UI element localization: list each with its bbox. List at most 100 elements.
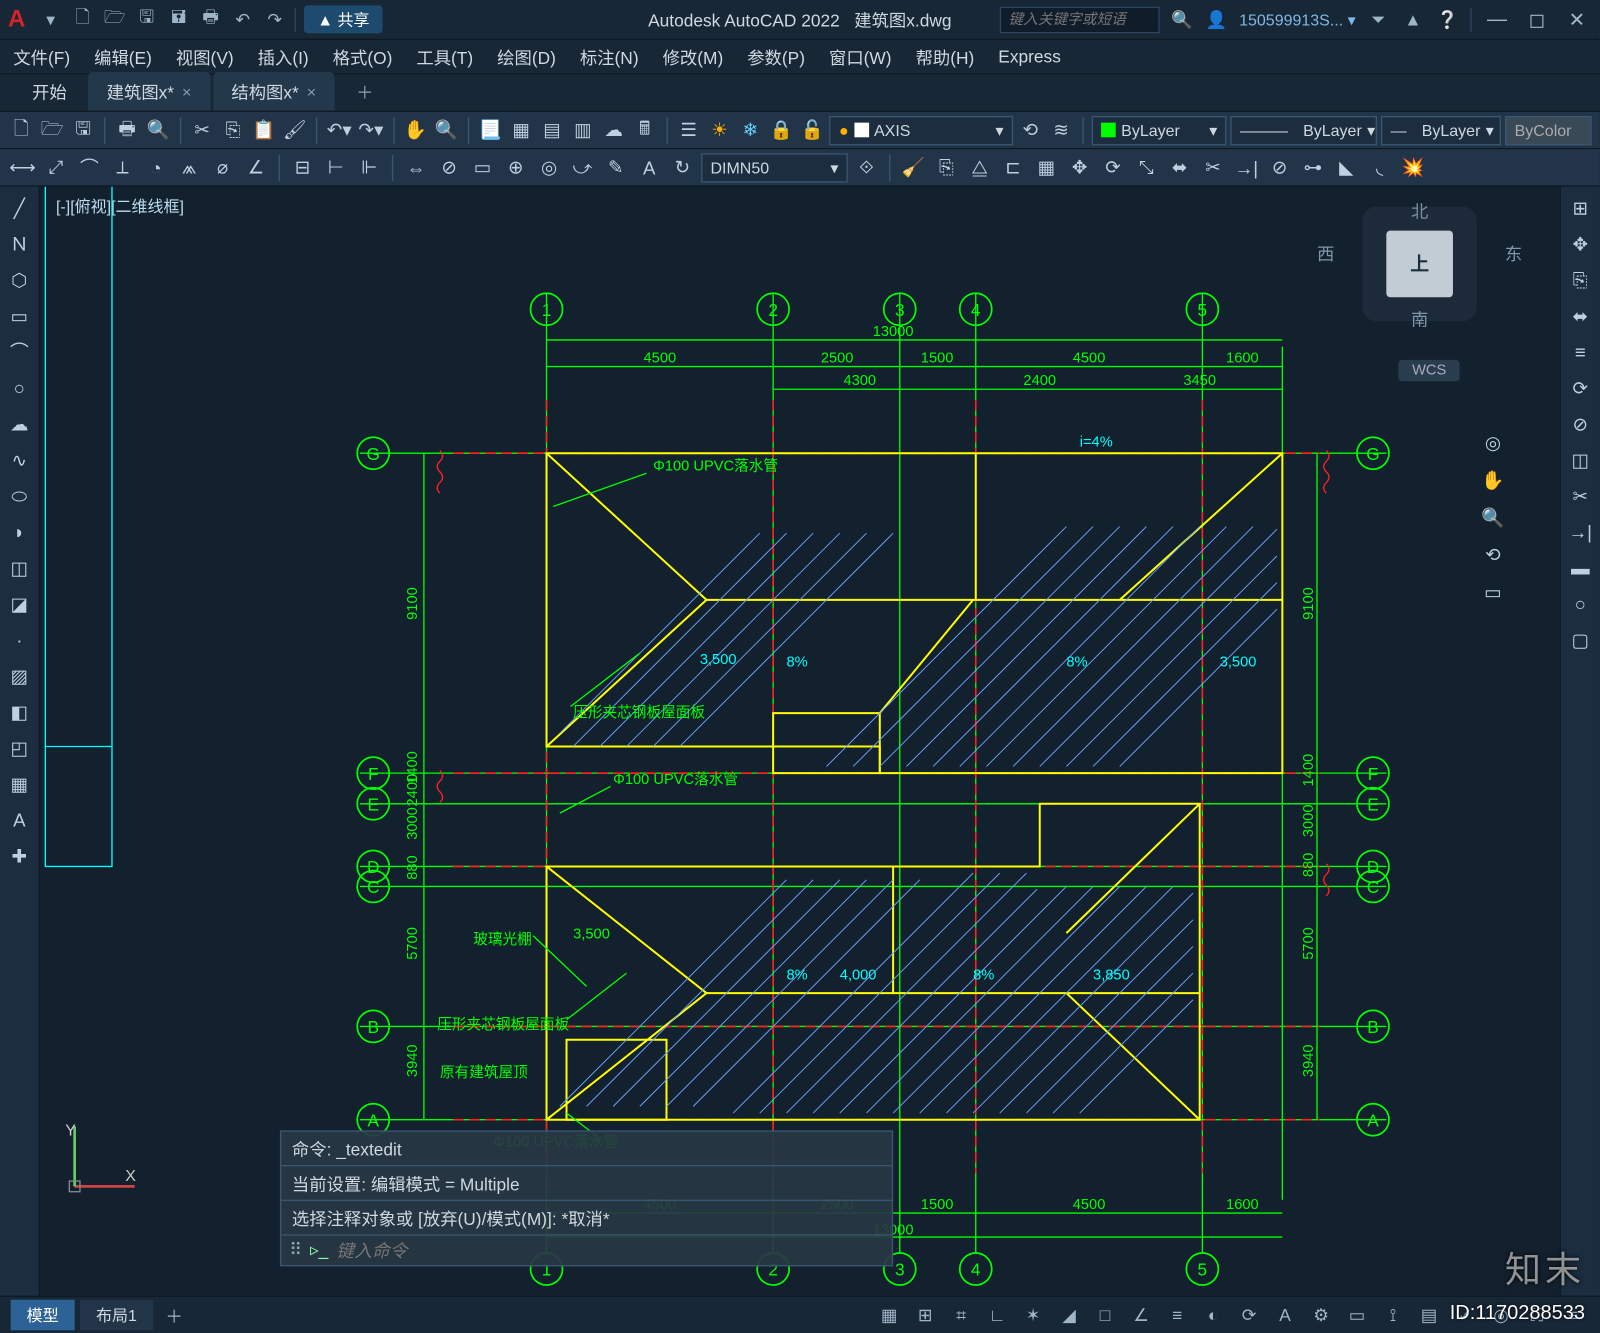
join-icon[interactable]: ⊶ xyxy=(1298,153,1327,182)
nav-zoom-icon[interactable]: 🔍 xyxy=(1477,501,1509,533)
paste-icon[interactable]: 📋 xyxy=(250,115,277,144)
units-icon[interactable]: ⟟ xyxy=(1377,1300,1409,1329)
tool-palette-icon[interactable]: ▤ xyxy=(539,115,566,144)
dim-space-icon[interactable]: ⇔ xyxy=(401,153,430,182)
share-button[interactable]: ▲ 共享 xyxy=(304,5,383,33)
quickprops-icon[interactable]: ▤ xyxy=(1413,1300,1445,1329)
mspace-icon[interactable]: ▦ xyxy=(873,1300,905,1329)
dim-continue-icon[interactable]: ⊩ xyxy=(355,153,384,182)
dimstyle-dropdown[interactable]: DIMN50▾ xyxy=(701,153,848,182)
save-file-icon[interactable]: 🖫 xyxy=(70,115,97,144)
layer-dropdown[interactable]: ● AXIS ▾ xyxy=(830,115,1013,144)
workspace-icon[interactable]: ⚙ xyxy=(1305,1300,1337,1329)
cmd-handle-icon[interactable]: ⠿ xyxy=(289,1240,302,1261)
polar-icon[interactable]: ✶ xyxy=(1017,1300,1049,1329)
layer-lock-icon[interactable]: 🔒 xyxy=(768,115,795,144)
undo-icon[interactable]: ↶▾ xyxy=(325,115,353,144)
plotstyle-dropdown[interactable]: ByColor xyxy=(1505,115,1591,144)
sel-cycle-icon[interactable]: ⟳ xyxy=(1233,1300,1265,1329)
properties-icon[interactable]: 📃 xyxy=(477,115,504,144)
saveas-icon[interactable]: 🖬 xyxy=(167,7,191,31)
explode-icon[interactable]: 💥 xyxy=(1398,153,1427,182)
tab-doc1[interactable]: 建筑图x*× xyxy=(88,72,210,111)
iso-icon[interactable]: ◢ xyxy=(1053,1300,1085,1329)
menu-view[interactable]: 视图(V) xyxy=(176,44,234,69)
sheet-set-icon[interactable]: ▥ xyxy=(570,115,597,144)
open-icon[interactable]: 🗁 xyxy=(103,7,127,31)
menu-insert[interactable]: 插入(I) xyxy=(258,44,309,69)
trim-icon[interactable]: ✂ xyxy=(1198,153,1227,182)
markup-icon[interactable]: ☁ xyxy=(600,115,627,144)
center-mark-icon[interactable]: ⊕ xyxy=(501,153,530,182)
et-break-icon[interactable]: ⊘ xyxy=(1564,408,1596,440)
dim-edit-icon[interactable]: ✎ xyxy=(601,153,630,182)
revcloud-icon[interactable]: ☁ xyxy=(3,408,35,440)
designcenter-icon[interactable]: ▦ xyxy=(508,115,535,144)
tab-start[interactable]: 开始 xyxy=(13,72,85,111)
et-cookie-icon[interactable]: ○ xyxy=(1564,588,1596,620)
rotate-icon[interactable]: ⟳ xyxy=(1098,153,1127,182)
menu-help[interactable]: 帮助(H) xyxy=(916,44,975,69)
dim-arc-icon[interactable]: ⌒ xyxy=(75,153,104,182)
layer-match-icon[interactable]: ≋ xyxy=(1048,115,1075,144)
copy-icon[interactable]: ⎘ xyxy=(220,115,247,144)
dim-jogged-icon[interactable]: ⩕ xyxy=(175,153,204,182)
erase-icon[interactable]: 🧹 xyxy=(898,153,927,182)
et-move-icon[interactable]: ✥ xyxy=(1564,228,1596,260)
redo-icon[interactable]: ↷▾ xyxy=(357,115,385,144)
copy2-icon[interactable]: ⎘ xyxy=(932,153,961,182)
et-block-replace-icon[interactable]: ◫ xyxy=(1564,444,1596,476)
polyline-icon[interactable]: Ｎ xyxy=(3,228,35,260)
insert-block-icon[interactable]: ◫ xyxy=(3,552,35,584)
search-icon[interactable]: 🔍 xyxy=(1170,7,1194,31)
dim-update-icon[interactable]: ↻ xyxy=(668,153,697,182)
menu-modify[interactable]: 修改(M) xyxy=(663,44,724,69)
dim-quick-icon[interactable]: ⊟ xyxy=(288,153,317,182)
tab-doc2[interactable]: 结构图x*× xyxy=(213,72,335,111)
et-explode-icon[interactable]: ⊞ xyxy=(1564,192,1596,224)
extend-icon[interactable]: →| xyxy=(1232,153,1261,182)
point-icon[interactable]: · xyxy=(3,624,35,656)
dim-radius-icon[interactable]: ◔ xyxy=(141,153,170,182)
nav-pan-icon[interactable]: ✋ xyxy=(1477,464,1509,496)
match-icon[interactable]: 🖌 xyxy=(281,115,308,144)
annotation-scale-icon[interactable]: A xyxy=(1269,1300,1301,1329)
dim-ordinate-icon[interactable]: ⟂ xyxy=(108,153,137,182)
break-icon[interactable]: ⊘ xyxy=(1265,153,1294,182)
anno-monitor-icon[interactable]: ▭ xyxy=(1341,1300,1373,1329)
et-rotate-icon[interactable]: ⟳ xyxy=(1564,372,1596,404)
lwt-icon[interactable]: ≡ xyxy=(1161,1300,1193,1329)
print-icon[interactable]: 🖶 xyxy=(114,115,141,144)
model-tab[interactable]: 模型 xyxy=(11,1300,75,1331)
redo-icon[interactable]: ↷ xyxy=(263,7,287,31)
color-dropdown[interactable]: ByLayer▾ xyxy=(1092,115,1227,144)
search-input[interactable] xyxy=(999,6,1159,33)
qcalc-icon[interactable]: 🖩 xyxy=(631,115,658,144)
command-window[interactable]: 命令: _textedit 当前设置: 编辑模式 = Multiple 选择注释… xyxy=(280,1130,893,1266)
et-flatten-icon[interactable]: ▬ xyxy=(1564,552,1596,584)
save-icon[interactable]: 🖫 xyxy=(135,7,159,31)
chamfer-icon[interactable]: ◣ xyxy=(1332,153,1361,182)
menu-file[interactable]: 文件(F) xyxy=(13,44,70,69)
spline-icon[interactable]: ∿ xyxy=(3,444,35,476)
circle-icon[interactable]: ○ xyxy=(3,372,35,404)
array-icon[interactable]: ▦ xyxy=(1032,153,1061,182)
rectangle-icon[interactable]: ▭ xyxy=(3,300,35,332)
line-icon[interactable]: ╱ xyxy=(3,192,35,224)
scale-icon[interactable]: ⤡ xyxy=(1132,153,1161,182)
ortho-icon[interactable]: ∟ xyxy=(981,1300,1013,1329)
dim-angular-icon[interactable]: ∠ xyxy=(241,153,270,182)
menu-edit[interactable]: 编辑(E) xyxy=(94,44,152,69)
et-trim-icon[interactable]: ✂ xyxy=(1564,480,1596,512)
layer-color-icon[interactable]: 🔓 xyxy=(799,115,826,144)
stretch-icon[interactable]: ⬌ xyxy=(1165,153,1194,182)
jog-line-icon[interactable]: ⤻ xyxy=(568,153,597,182)
dim-diameter-icon[interactable]: ⌀ xyxy=(208,153,237,182)
dimstyle-manager-icon[interactable]: ⟐ xyxy=(852,153,881,182)
autodesk-app-icon[interactable]: ▲ xyxy=(1401,7,1425,31)
layer-state-icon[interactable]: ☀ xyxy=(706,115,733,144)
arc-icon[interactable]: ⌒ xyxy=(3,336,35,368)
menu-parametric[interactable]: 参数(P) xyxy=(747,44,805,69)
signin-icon[interactable]: 👤 xyxy=(1204,7,1228,31)
pan-icon[interactable]: ✋ xyxy=(402,115,429,144)
